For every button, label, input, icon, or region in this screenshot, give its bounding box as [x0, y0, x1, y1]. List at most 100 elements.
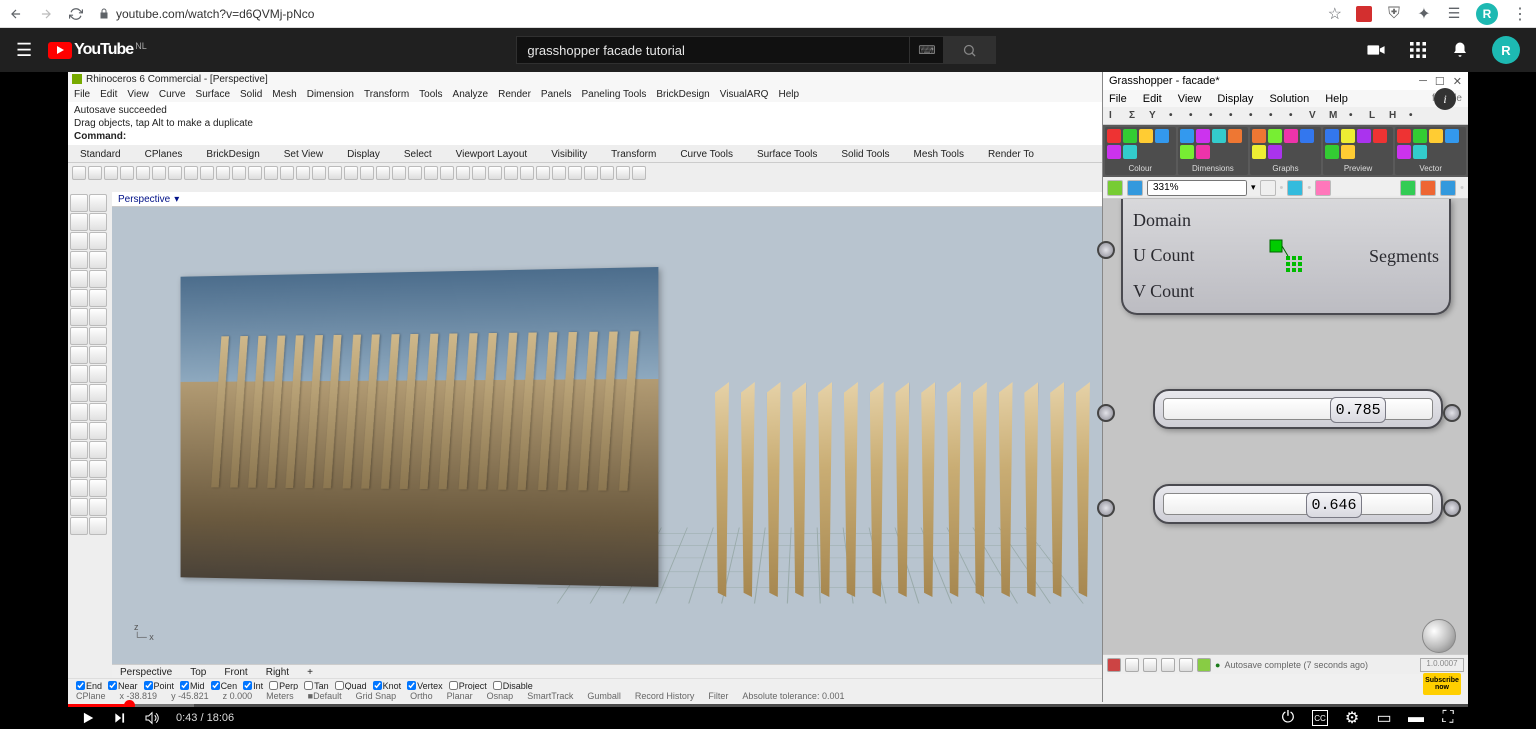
play-button[interactable] [80, 710, 96, 726]
viewport-title[interactable]: Perspective▾ [112, 192, 1102, 207]
reference-building-image [181, 267, 659, 587]
youtube-logo[interactable]: YouTube NL [48, 41, 147, 59]
status-icon[interactable] [1143, 658, 1157, 672]
extension-shield-icon[interactable]: ⛨ [1386, 6, 1402, 22]
subscribe-badge[interactable]: Subscribenow [1423, 673, 1461, 695]
maximize-icon[interactable]: ☐ [1435, 75, 1445, 88]
apps-grid-icon[interactable] [1408, 40, 1428, 60]
gh-canvas[interactable]: Domain U Count V Count Segments 0.785 [1103, 199, 1468, 674]
user-avatar[interactable]: R [1492, 36, 1520, 64]
status-icon[interactable] [1161, 658, 1175, 672]
slider-handle[interactable]: 0.646 [1306, 492, 1362, 518]
gh-titlebar[interactable]: Grasshopper - facade* ─ ☐ ✕ [1103, 72, 1468, 90]
extension-icon[interactable] [1356, 6, 1372, 22]
gh-component-tabs[interactable]: ColourDimensionsGraphsPreviewVector [1103, 125, 1468, 177]
input-port[interactable]: V Count [1133, 281, 1246, 302]
preview-icon[interactable] [1287, 180, 1303, 196]
gh-category-icons[interactable]: IΣY•••••••VM•LH• [1103, 107, 1468, 125]
chrome-profile-avatar[interactable]: R [1476, 3, 1498, 25]
grasshopper-window: Grasshopper - facade* ─ ☐ ✕ FileEditView… [1102, 72, 1468, 702]
wire-grip[interactable] [1443, 404, 1461, 422]
autoplay-toggle[interactable]: ⏻ [1280, 710, 1296, 726]
gh-menubar[interactable]: FileEditViewDisplaySolutionHelpfacade [1103, 90, 1468, 107]
extensions-puzzle-icon[interactable]: ✦ [1416, 6, 1432, 22]
status-icon[interactable] [1125, 658, 1139, 672]
chrome-menu-icon[interactable]: ⋮ [1512, 4, 1528, 24]
input-port[interactable]: Domain [1133, 210, 1246, 231]
compass-sphere[interactable] [1422, 619, 1456, 653]
close-icon[interactable]: ✕ [1453, 75, 1462, 88]
hamburger-menu-icon[interactable]: ☰ [16, 40, 32, 61]
video-player[interactable]: Rhinoceros 6 Commercial - [Perspective] … [68, 72, 1468, 729]
rhino-logo-icon [72, 74, 82, 84]
keyboard-icon[interactable]: ⌨ [910, 36, 944, 64]
axis-gizmo: z└─ x [134, 622, 154, 642]
gh-statusbar: ● Autosave complete (7 seconds ago) 1.0.… [1103, 654, 1468, 674]
theater-mode-icon[interactable]: ▬ [1408, 710, 1424, 726]
youtube-play-icon [48, 42, 72, 59]
cmd-prompt: Command: [74, 130, 1096, 143]
settings-gear-icon[interactable]: ⚙ [1344, 710, 1360, 726]
input-port[interactable]: U Count [1133, 245, 1246, 266]
search-button[interactable] [944, 36, 996, 64]
slider-handle[interactable]: 0.785 [1330, 397, 1386, 423]
rhino-command-area[interactable]: Autosave succeeded Drag objects, tap Alt… [68, 102, 1102, 145]
status-icon[interactable] [1107, 658, 1121, 672]
version-tag: 1.0.0007 [1420, 658, 1464, 672]
youtube-region: NL [135, 41, 147, 51]
gh-canvas-toolbar[interactable]: ▾ • • • [1103, 177, 1468, 199]
number-slider[interactable]: 0.646 [1153, 484, 1443, 524]
youtube-header: ☰ YouTube NL ⌨ R [0, 28, 1536, 72]
rhino-standard-toolbar[interactable] [68, 163, 1102, 183]
rhino-viewport[interactable]: Perspective▾ z└─ x [112, 192, 1102, 664]
minimize-icon[interactable]: ─ [1419, 75, 1427, 88]
back-button[interactable] [8, 6, 24, 22]
wire-grip[interactable] [1097, 241, 1115, 259]
create-video-icon[interactable] [1366, 40, 1386, 60]
viewport-3d[interactable]: z└─ x [112, 207, 1102, 664]
url-text: youtube.com/watch?v=d6QVMj-pNco [116, 7, 314, 21]
number-slider[interactable]: 0.785 [1153, 389, 1443, 429]
cluster-icon[interactable] [1400, 180, 1416, 196]
browser-toolbar: youtube.com/watch?v=d6QVMj-pNco ☆ ⛨ ✦ ☰ … [0, 0, 1536, 28]
captions-icon[interactable]: CC [1312, 710, 1328, 726]
next-button[interactable] [112, 710, 128, 726]
rhino-title-text: Rhinoceros 6 Commercial - [Perspective] [86, 74, 268, 85]
forward-button[interactable] [38, 6, 54, 22]
component-icon [1268, 238, 1304, 274]
save-icon[interactable] [1127, 180, 1143, 196]
status-icon[interactable] [1197, 658, 1211, 672]
open-icon[interactable] [1107, 180, 1123, 196]
reading-list-icon[interactable]: ☰ [1446, 6, 1462, 22]
chevron-down-icon[interactable]: ▾ [1251, 182, 1256, 193]
wire-grip[interactable] [1443, 499, 1461, 517]
volume-icon[interactable] [144, 710, 160, 726]
output-port[interactable]: Segments [1326, 246, 1439, 267]
cmd-line: Drag objects, tap Alt to make a duplicat… [74, 117, 1096, 130]
sketch-icon[interactable] [1315, 180, 1331, 196]
divide-domain-component[interactable]: Domain U Count V Count Segments [1121, 199, 1451, 315]
zoom-extents-icon[interactable] [1260, 180, 1276, 196]
chevron-down-icon[interactable]: ▾ [174, 194, 179, 205]
wire-grip[interactable] [1097, 499, 1115, 517]
wire-grip[interactable] [1097, 404, 1115, 422]
lock-icon[interactable] [1440, 180, 1456, 196]
reload-button[interactable] [68, 6, 84, 22]
card-info-icon[interactable]: i [1434, 88, 1456, 110]
rhino-menubar[interactable]: FileEditViewCurveSurfaceSolidMeshDimensi… [68, 86, 1102, 102]
status-icon[interactable] [1179, 658, 1193, 672]
rhino-side-toolbar[interactable] [68, 192, 112, 664]
lock-icon [98, 8, 110, 20]
fullscreen-icon[interactable]: ⛶ [1440, 710, 1456, 726]
zoom-input[interactable] [1147, 180, 1247, 196]
search-input[interactable] [516, 36, 910, 64]
notifications-bell-icon[interactable] [1450, 40, 1470, 60]
solver-icon[interactable] [1420, 180, 1436, 196]
youtube-wordmark: YouTube [74, 41, 133, 59]
address-bar[interactable]: youtube.com/watch?v=d6QVMj-pNco [98, 7, 1314, 21]
star-icon[interactable]: ☆ [1328, 4, 1342, 24]
rhino-toolbar-tabs[interactable]: StandardCPlanesBrickDesignSet ViewDispla… [68, 145, 1102, 163]
video-stage: Rhinoceros 6 Commercial - [Perspective] … [0, 72, 1536, 729]
gh-title-text: Grasshopper - facade* [1109, 75, 1220, 87]
miniplayer-icon[interactable]: ▭ [1376, 710, 1392, 726]
